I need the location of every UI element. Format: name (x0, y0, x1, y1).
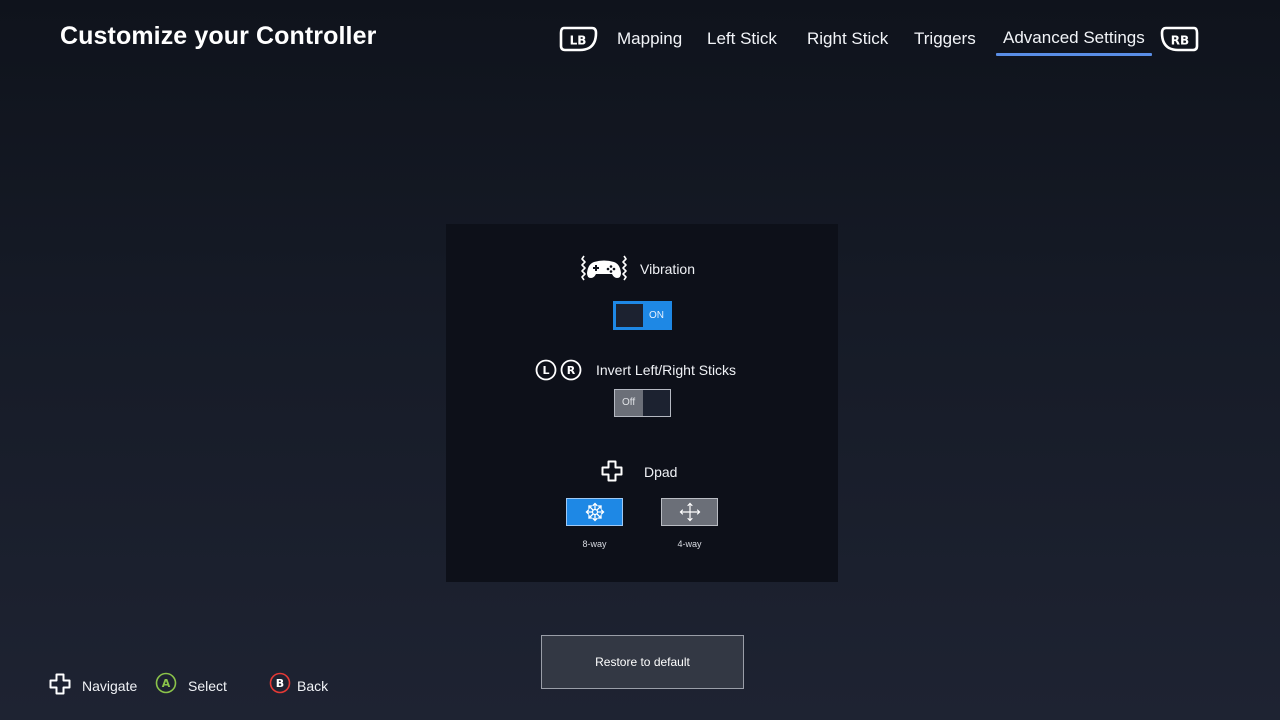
dpad-8-way-caption: 8-way (582, 539, 607, 549)
left-stick-glyph: L (542, 364, 549, 377)
tab-triggers[interactable]: Triggers (914, 29, 976, 49)
hint-navigate: Navigate (48, 672, 148, 698)
tab-bar: LB Mapping Left Stick Right Stick Trigge… (556, 20, 1206, 60)
tab-right-stick[interactable]: Right Stick (807, 29, 888, 49)
tab-advanced-settings[interactable]: Advanced Settings (996, 28, 1152, 56)
invert-sticks-state: Off (622, 397, 636, 408)
b-button-glyph: B (276, 677, 284, 690)
b-button-icon: B (269, 672, 291, 694)
lb-bumper-icon[interactable]: LB (558, 24, 598, 52)
invert-sticks-toggle[interactable]: Off (614, 389, 671, 417)
four-way-arrows-icon (679, 502, 701, 522)
rb-bumper-icon[interactable]: RB (1160, 24, 1200, 52)
vibration-toggle[interactable]: ON (613, 301, 672, 330)
hint-back-label: Back (297, 678, 329, 694)
vibration-state: ON (649, 310, 664, 321)
tab-mapping[interactable]: Mapping (617, 29, 682, 49)
dpad-8-way-button[interactable] (566, 498, 623, 526)
hint-select: A Select (155, 672, 245, 698)
hint-select-label: Select (188, 678, 227, 694)
toggle-knob (616, 304, 643, 327)
dpad-label: Dpad (644, 464, 678, 480)
vibration-controller-icon (581, 255, 627, 281)
right-stick-glyph: R (567, 364, 576, 377)
hint-navigate-label: Navigate (82, 678, 138, 694)
vibration-label: Vibration (640, 261, 696, 277)
a-button-glyph: A (162, 677, 171, 690)
invert-sticks-label: Invert Left/Right Sticks (596, 362, 737, 378)
dpad-4-way-caption: 4-way (677, 539, 702, 549)
a-button-icon: A (155, 672, 177, 694)
restore-default-button[interactable]: Restore to default (541, 635, 744, 689)
rb-bumper-label: RB (1171, 34, 1189, 48)
page-title: Customize your Controller (60, 22, 377, 50)
advanced-settings-panel: Vibration ON L R Invert Left/Right Stick… (446, 224, 838, 582)
dpad-icon (601, 460, 623, 482)
left-right-sticks-icon: L R (535, 359, 582, 381)
lb-bumper-label: LB (570, 34, 587, 48)
eight-way-arrows-icon (585, 502, 605, 522)
hint-back: B Back (269, 672, 349, 698)
dpad-4-way-button[interactable] (661, 498, 718, 526)
tab-left-stick[interactable]: Left Stick (707, 29, 777, 49)
dpad-icon (49, 673, 71, 695)
